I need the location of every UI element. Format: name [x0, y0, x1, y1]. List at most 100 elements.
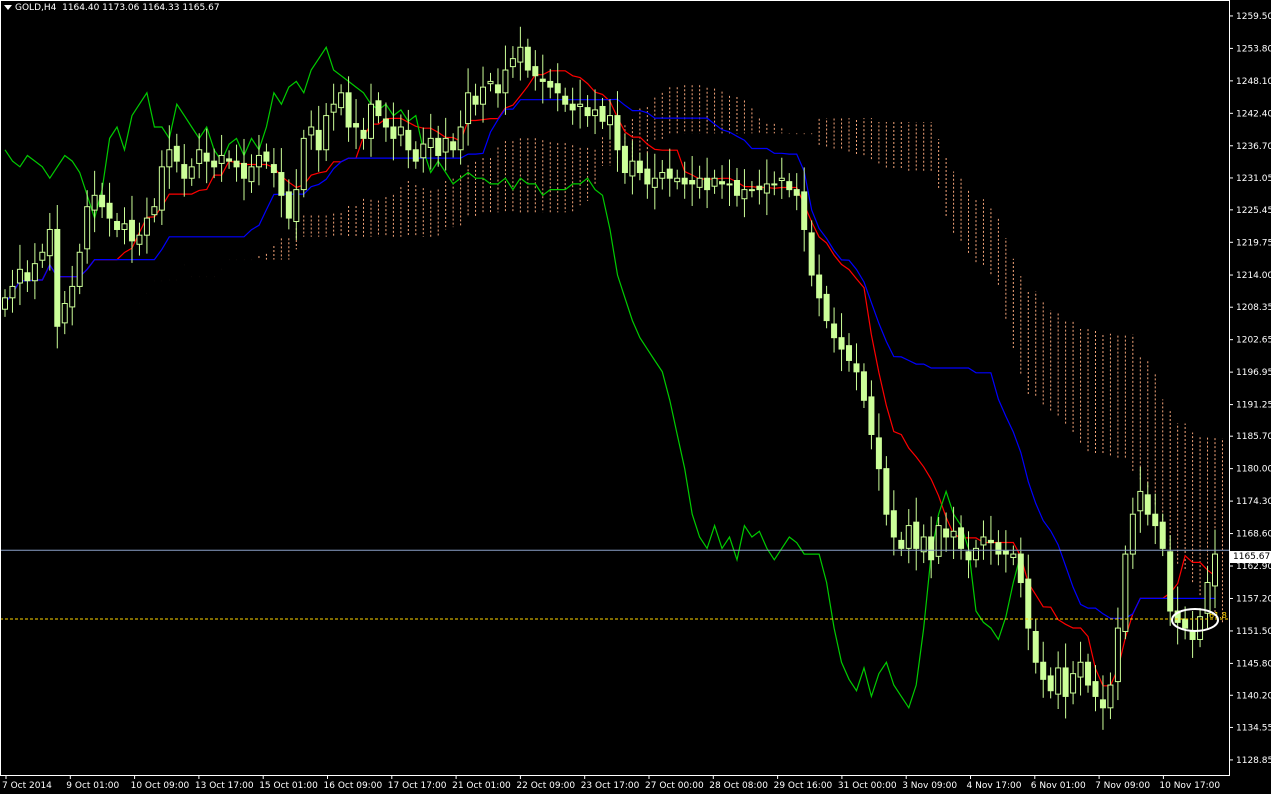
candle-body: [330, 103, 337, 113]
candle: [898, 531, 905, 557]
candle: [24, 260, 31, 293]
candle-body: [345, 92, 352, 128]
candle-body: [965, 551, 972, 561]
candle-body: [382, 118, 389, 128]
candle-body: [823, 293, 830, 322]
candle: [472, 83, 479, 116]
candle-body: [980, 536, 987, 546]
candle-body: [935, 525, 942, 557]
symbol-label: GOLD,H4: [15, 3, 57, 13]
price-chart[interactable]: 61.8 1259.50 1253.80 1248.10 1242.40 1236.70…: [0, 0, 1271, 794]
candle-body: [248, 166, 255, 183]
candle-body: [285, 191, 292, 219]
candle: [704, 157, 711, 209]
candle-body: [517, 46, 524, 63]
candle-body: [629, 160, 636, 177]
candle: [823, 285, 830, 329]
candle-body: [494, 84, 501, 94]
chart-window[interactable]: 61.8 1259.50 1253.80 1248.10 1242.40 1236.70…: [0, 0, 1271, 794]
candle-body: [158, 166, 165, 211]
candle: [1085, 653, 1092, 693]
candle: [868, 380, 875, 450]
candle: [793, 173, 800, 211]
candle: [360, 117, 367, 150]
candle-body: [106, 202, 113, 219]
candle: [188, 158, 195, 186]
candle-body: [412, 149, 419, 162]
candle: [382, 102, 389, 142]
candle: [181, 144, 188, 197]
time-tick-label: 22 Oct 09:00: [516, 781, 575, 791]
candle-body: [786, 181, 793, 191]
price-tick-label: 1196.95: [1236, 368, 1271, 378]
candle-body: [39, 251, 46, 261]
candle: [69, 265, 76, 326]
candle: [831, 307, 838, 353]
candle-body: [1077, 661, 1084, 678]
candle: [1062, 643, 1069, 719]
candle-body: [1062, 667, 1069, 697]
candle-body: [1137, 490, 1144, 512]
candle-body: [450, 141, 457, 151]
candle-body: [338, 92, 345, 109]
candle: [972, 539, 979, 568]
candle-body: [121, 223, 128, 230]
candle: [158, 150, 165, 225]
candle-body: [883, 468, 890, 515]
price-tick-label: 1151.50: [1236, 627, 1271, 637]
candle-body: [607, 115, 613, 126]
candle: [1137, 466, 1144, 533]
candle-body: [91, 194, 98, 211]
candle: [487, 72, 494, 92]
candle: [442, 117, 449, 171]
time-tick-label: 6 Nov 01:00: [1031, 781, 1086, 791]
price-tick-label: 1174.30: [1236, 497, 1271, 507]
dropdown-triangle-icon[interactable]: [4, 5, 12, 10]
candle-body: [405, 129, 412, 151]
candle-body: [569, 103, 576, 111]
candle: [592, 89, 599, 135]
candle: [666, 148, 673, 197]
candle: [562, 87, 569, 112]
candle: [629, 140, 636, 195]
price-tick-label: 1219.75: [1236, 238, 1271, 248]
candle: [226, 150, 233, 169]
candle-body: [1017, 553, 1024, 584]
candle: [846, 333, 853, 372]
candle: [114, 212, 121, 238]
candle-body: [763, 183, 770, 194]
candle: [323, 103, 330, 162]
candle: [1129, 497, 1136, 569]
price-tick-label: 1168.60: [1236, 530, 1271, 540]
candle-body: [928, 536, 935, 561]
candle: [375, 92, 382, 124]
candle: [980, 520, 987, 560]
candle-body: [1167, 551, 1174, 612]
candle-body: [1032, 631, 1039, 663]
candle: [644, 152, 651, 199]
candle-body: [636, 160, 643, 174]
candle-body: [181, 164, 188, 179]
candle-body: [539, 78, 546, 82]
candle-body: [502, 69, 509, 94]
candle-body: [315, 129, 322, 151]
candle-body: [114, 221, 121, 230]
candle: [151, 198, 158, 223]
candle: [1047, 667, 1054, 699]
time-tick-label: 27 Oct 00:00: [645, 781, 704, 791]
candle: [345, 76, 352, 142]
candle-body: [360, 129, 367, 139]
candle: [1174, 586, 1181, 645]
candle: [173, 133, 180, 173]
candle-body: [778, 177, 785, 182]
candle-body: [547, 80, 554, 88]
candle: [524, 38, 531, 78]
candle-body: [1092, 681, 1099, 697]
candle: [816, 254, 823, 317]
candle-body: [808, 232, 815, 276]
candle-body: [1212, 553, 1218, 587]
ohlc-readout: 1164.40 1173.06 1164.33 1165.67: [62, 3, 220, 13]
candle-body: [681, 177, 688, 185]
candle: [808, 220, 815, 287]
candle-body: [99, 194, 106, 208]
